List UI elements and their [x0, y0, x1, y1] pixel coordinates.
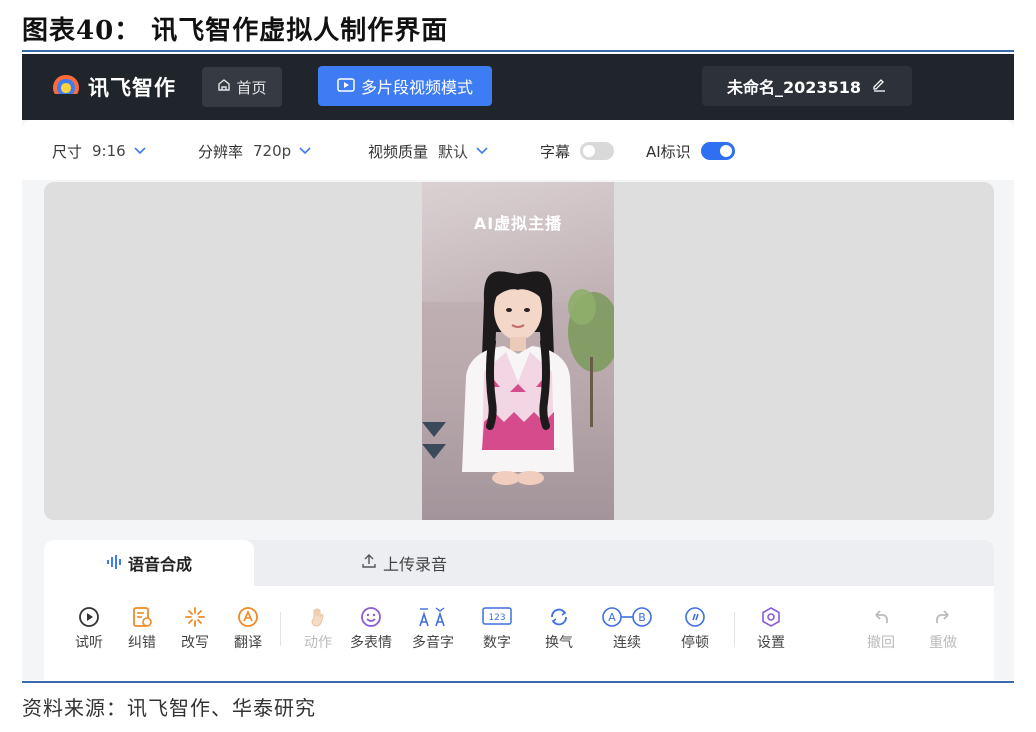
upload-icon — [361, 553, 377, 573]
audio-source-tabs: 语音合成 上传录音 — [44, 540, 994, 586]
play-circle-icon — [62, 604, 116, 630]
svg-text:123: 123 — [488, 613, 505, 623]
tool-polyphone[interactable]: 多音字 — [406, 604, 460, 652]
chevron-down-icon — [299, 144, 311, 158]
resolution-value: 720p — [253, 142, 292, 160]
tool-expressions[interactable]: 多表情 — [344, 604, 398, 652]
pause-icon — [668, 604, 722, 630]
mode-label: 多片段视频模式 — [360, 78, 473, 97]
ai-mark-label: AI标识 — [646, 142, 691, 161]
app-window: 讯飞智作 首页 多片段视频模式 未命名_2023518 尺寸 9:16 分辨率 … — [22, 54, 1014, 680]
size-select[interactable]: 尺寸 9:16 — [52, 140, 146, 162]
resolution-select[interactable]: 分辨率 720p — [198, 140, 311, 162]
subtitle-label: 字幕 — [540, 142, 571, 161]
home-icon — [217, 78, 231, 96]
project-name: 未命名_2023518 — [727, 78, 861, 97]
tool-preview-listen[interactable]: 试听 — [62, 604, 116, 652]
video-preview-area: AI虚拟主播 — [44, 182, 994, 520]
tab-speech-synthesis[interactable]: 语音合成 — [44, 540, 254, 586]
tool-translate[interactable]: 翻译 — [221, 604, 275, 652]
subtitle-setting: 字幕 — [540, 140, 615, 162]
proofread-icon — [115, 604, 169, 630]
logo-text: 讯飞智作 — [88, 76, 176, 100]
tool-action[interactable]: 动作 — [291, 604, 345, 652]
link-ab-icon: AB — [592, 604, 662, 630]
size-label: 尺寸 — [52, 142, 83, 161]
project-name-field[interactable]: 未命名_2023518 — [702, 66, 912, 106]
resolution-label: 分辨率 — [198, 142, 244, 161]
translate-icon — [221, 604, 275, 630]
figure-source: 资料来源：讯飞智作、华泰研究 — [22, 696, 316, 720]
tab-label: 上传录音 — [382, 555, 447, 574]
quality-select[interactable]: 视频质量 默认 — [368, 140, 488, 162]
figure-bottom-rule — [22, 681, 1014, 683]
top-bar: 讯飞智作 首页 多片段视频模式 未命名_2023518 — [22, 54, 1014, 120]
logo-mark-icon — [50, 72, 82, 102]
tab-upload-recording[interactable]: 上传录音 — [304, 540, 504, 586]
ai-mark-setting: AI标识 — [646, 140, 735, 162]
toggle-knob — [583, 145, 596, 157]
quality-value: 默认 — [438, 142, 469, 161]
chevron-down-icon — [134, 144, 146, 158]
figure-title: 图表40： 讯飞智作虚拟人制作界面 — [22, 16, 449, 46]
tool-breath[interactable]: 换气 — [532, 604, 586, 652]
tool-number[interactable]: 123 数字 — [470, 604, 524, 652]
speech-toolbar: 试听 纠错 改写 翻译 动作 多表情 多音字 123 数字 换气 A B 连续 … — [44, 586, 994, 680]
tool-continuous[interactable]: AB 连续 — [592, 604, 662, 652]
tool-settings[interactable]: 设置 — [744, 604, 798, 652]
ai-mark-toggle[interactable] — [700, 142, 735, 160]
number-icon: 123 — [470, 604, 524, 630]
video-settings-bar: 尺寸 9:16 分辨率 720p 视频质量 默认 字幕 AI标识 — [22, 120, 1014, 180]
multi-segment-mode-button[interactable]: 多片段视频模式 — [318, 66, 492, 106]
undo-icon — [854, 604, 908, 630]
home-button[interactable]: 首页 — [202, 67, 282, 107]
breath-icon — [532, 604, 586, 630]
sparkle-icon — [168, 604, 222, 630]
smile-icon — [344, 604, 398, 630]
tool-undo[interactable]: 撤回 — [854, 604, 908, 652]
hand-icon — [291, 604, 345, 630]
svg-text:B: B — [638, 611, 646, 624]
home-label: 首页 — [236, 78, 267, 97]
video-frame[interactable]: AI虚拟主播 — [422, 182, 614, 520]
edit-pencil-icon[interactable] — [871, 76, 887, 96]
size-value: 9:16 — [92, 142, 126, 160]
tool-redo[interactable]: 重做 — [916, 604, 970, 652]
video-mode-icon — [337, 77, 355, 96]
quality-label: 视频质量 — [368, 142, 429, 161]
tool-pause[interactable]: 停顿 — [668, 604, 722, 652]
hexagon-settings-icon — [744, 604, 798, 630]
toggle-knob — [719, 145, 732, 157]
tab-label: 语音合成 — [127, 555, 192, 574]
tool-rewrite[interactable]: 改写 — [168, 604, 222, 652]
virtual-anchor-avatar — [422, 271, 614, 485]
tool-proofread[interactable]: 纠错 — [115, 604, 169, 652]
subtitle-toggle[interactable] — [580, 142, 615, 160]
redo-icon — [916, 604, 970, 630]
svg-text:A: A — [608, 611, 616, 624]
polyphone-icon — [406, 604, 460, 630]
figure-top-rule — [22, 50, 1014, 52]
waveform-icon — [106, 554, 122, 573]
app-logo[interactable]: 讯飞智作 — [50, 70, 176, 104]
chevron-down-icon — [476, 144, 488, 158]
